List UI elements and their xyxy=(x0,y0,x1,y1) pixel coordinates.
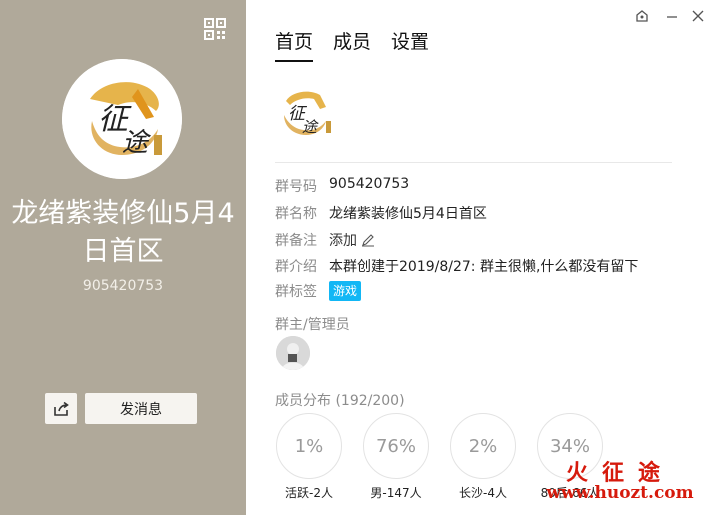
remark-label: 添加 xyxy=(329,233,357,249)
pencil-icon xyxy=(362,234,374,247)
divider xyxy=(275,162,672,163)
tab-home[interactable]: 首页 xyxy=(275,27,314,62)
theme-icon[interactable] xyxy=(632,6,652,26)
info-row-remark: 群备注 添加 xyxy=(275,230,375,250)
group-number: 905420753 xyxy=(82,278,164,294)
close-icon[interactable] xyxy=(688,6,708,26)
info-row-intro: 群介绍 本群创建于2019/8/27: 群主很懒,什么都没有留下 xyxy=(275,256,638,276)
minimize-icon[interactable] xyxy=(662,6,682,26)
info-key: 群号码 xyxy=(275,179,317,195)
left-panel: 征 途 龙绪紫装修仙5月4日首区 905420753 发消息 xyxy=(0,0,246,515)
qr-code-icon[interactable] xyxy=(203,17,227,41)
stat-circle[interactable]: 2% xyxy=(450,413,516,479)
stat-male: 76% 男-147人 xyxy=(363,413,429,501)
admin-section-title: 群主/管理员 xyxy=(275,317,350,333)
share-icon xyxy=(54,401,69,416)
share-button[interactable] xyxy=(45,393,77,424)
tag-game[interactable]: 游戏 xyxy=(329,281,362,301)
svg-text:途: 途 xyxy=(302,118,319,136)
info-value: 本群创建于2019/8/27: 群主很懒,什么都没有留下 xyxy=(329,259,639,275)
group-avatar[interactable]: 征 途 xyxy=(62,59,182,179)
group-title: 龙绪紫装修仙5月4日首区 xyxy=(11,198,235,267)
info-value: 905420753 xyxy=(329,176,410,192)
add-remark-link[interactable]: 添加 xyxy=(329,230,375,250)
stat-city: 2% 长沙-4人 xyxy=(450,413,516,501)
svg-text:途: 途 xyxy=(122,128,152,158)
tab-settings[interactable]: 设置 xyxy=(391,27,429,62)
stat-label: 活跃-2人 xyxy=(285,486,333,500)
stat-circle[interactable]: 76% xyxy=(363,413,429,479)
admin-avatar[interactable] xyxy=(276,336,310,370)
tab-members[interactable]: 成员 xyxy=(333,27,371,62)
info-key: 群介绍 xyxy=(275,259,317,275)
stat-label: 长沙-4人 xyxy=(459,486,507,500)
stat-active: 1% 活跃-2人 xyxy=(276,413,342,501)
info-row-id: 群号码 905420753 xyxy=(275,176,409,196)
info-row-name: 群名称 龙绪紫装修仙5月4日首区 xyxy=(275,203,487,223)
stat-label: 男-147人 xyxy=(370,486,422,500)
info-key: 群标签 xyxy=(275,284,317,300)
info-key: 群名称 xyxy=(275,206,317,222)
info-key: 群备注 xyxy=(275,233,317,249)
stat-circle[interactable]: 1% xyxy=(276,413,342,479)
info-row-tag: 群标签 游戏 xyxy=(275,281,362,301)
watermark: 火征途 www.huozt.com xyxy=(540,455,700,503)
group-logo: 征 途 xyxy=(276,87,336,139)
member-section-title: 成员分布 (192/200) xyxy=(275,393,405,409)
info-value: 龙绪紫装修仙5月4日首区 xyxy=(329,206,487,222)
watermark-url: www.huozt.com xyxy=(546,483,694,503)
tab-bar: 首页 成员 设置 xyxy=(275,27,429,62)
send-message-button[interactable]: 发消息 xyxy=(85,393,197,424)
